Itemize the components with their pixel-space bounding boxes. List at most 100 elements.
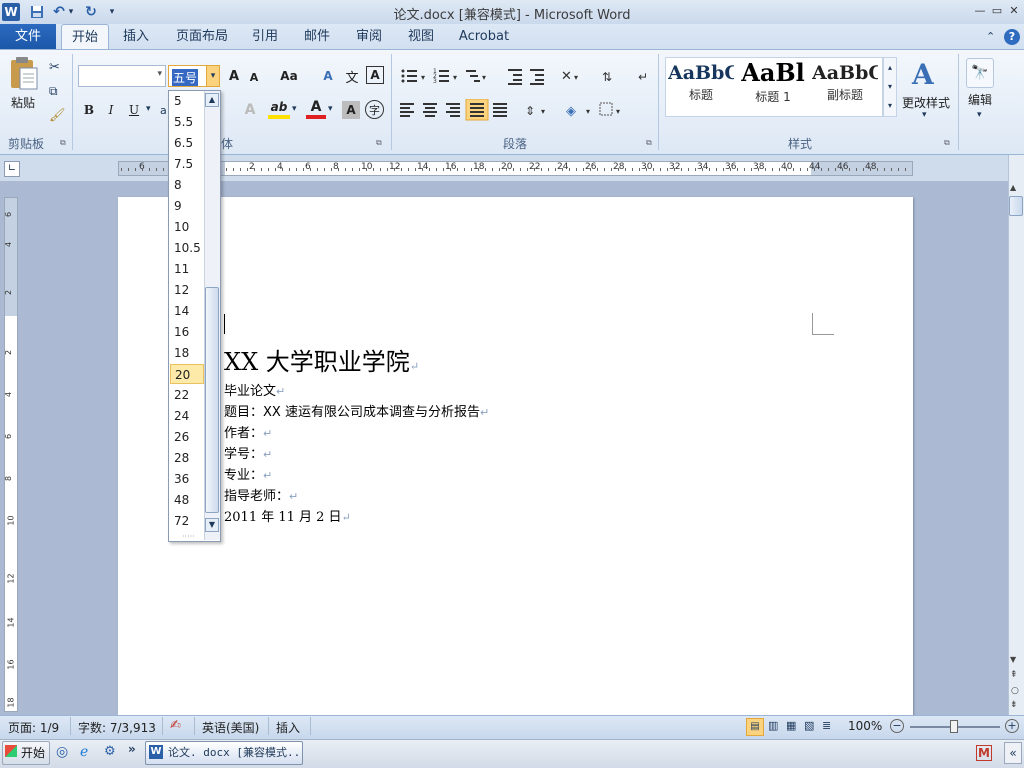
editing-dropdown-icon[interactable]: ▾	[977, 110, 982, 120]
font-size-option[interactable]: 8	[170, 175, 204, 195]
copy-icon[interactable]: ⧉	[49, 84, 58, 99]
styles-scroll-buttons[interactable]: ▴ ▾ ▾	[883, 57, 897, 117]
font-size-option[interactable]: 12	[170, 280, 204, 300]
tab-references[interactable]: 引用	[245, 24, 285, 50]
scroll-up-icon[interactable]: ▲	[1010, 183, 1016, 192]
document-line[interactable]: 专业：↵	[224, 464, 272, 483]
undo-dropdown-icon[interactable]: ▾	[66, 3, 76, 21]
tab-file[interactable]: 文件	[0, 24, 56, 50]
italic-button[interactable]: I	[102, 101, 120, 119]
char-shading-button[interactable]: A	[342, 101, 360, 119]
highlight-dropdown-icon[interactable]: ▾	[292, 104, 297, 114]
phonetic-guide-button[interactable]: 文	[342, 66, 362, 86]
status-word-count[interactable]: 字数: 7/3,913	[78, 719, 156, 736]
document-line[interactable]: 题目：XX 速运有限公司成本调查与分析报告↵	[224, 401, 489, 420]
document-heading[interactable]: XX 大学职业学院↵	[224, 342, 419, 377]
char-border-button[interactable]: A	[366, 66, 384, 84]
dropdown-resize-grip[interactable]: ·····	[182, 532, 195, 541]
document-line[interactable]: 指导老师：↵	[224, 485, 298, 504]
browse-object-icon[interactable]: ○	[1011, 686, 1019, 696]
clear-format-button[interactable]: A	[318, 66, 338, 86]
customize-qat-icon[interactable]: ▾	[106, 3, 118, 21]
paragraph-launcher-icon[interactable]: ⧉	[646, 138, 652, 148]
strikethrough-icon[interactable]: a	[160, 104, 167, 117]
tray-expand-icon[interactable]: «	[1004, 742, 1022, 764]
horizontal-ruler[interactable]: 6424681012141618202224262830323436384044…	[118, 161, 913, 176]
close-button[interactable]: ✕	[1006, 3, 1022, 19]
font-size-option[interactable]: 20	[170, 364, 204, 384]
change-styles-dropdown-icon[interactable]: ▾	[922, 110, 927, 120]
zoom-out-icon[interactable]: −	[890, 719, 904, 733]
status-language[interactable]: 英语(美国)	[202, 719, 259, 736]
web-layout-view-icon[interactable]: ▦	[786, 719, 796, 732]
text-effects-button[interactable]: A	[240, 101, 260, 119]
highlight-button[interactable]: ab	[268, 99, 290, 119]
document-line[interactable]: 毕业论文↵	[224, 380, 285, 399]
save-icon[interactable]	[28, 3, 46, 21]
tab-view[interactable]: 视图	[401, 24, 441, 50]
font-size-option[interactable]: 24	[170, 406, 204, 426]
bold-button[interactable]: B	[80, 101, 98, 119]
tab-acrobat[interactable]: Acrobat	[454, 24, 514, 50]
restore-button[interactable]: ▭	[989, 3, 1005, 19]
dropdown-scroll-thumb[interactable]	[205, 287, 219, 513]
quicklaunch-icon[interactable]: ◎	[56, 744, 68, 760]
tab-home[interactable]: 开始	[61, 24, 109, 50]
cut-icon[interactable]: ✂	[49, 60, 60, 75]
enclose-chars-button[interactable]: 字	[365, 100, 384, 119]
quicklaunch-overflow-icon[interactable]: »	[128, 742, 136, 756]
font-color-dropdown-icon[interactable]: ▾	[328, 104, 333, 114]
style-title[interactable]: AaBbC 标题	[668, 62, 734, 112]
font-size-option[interactable]: 6.5	[170, 133, 204, 153]
tab-review[interactable]: 审阅	[349, 24, 389, 50]
change-styles-label[interactable]: 更改样式	[902, 94, 950, 111]
outline-view-icon[interactable]: ▧	[804, 719, 814, 732]
font-size-option[interactable]: 7.5	[170, 154, 204, 174]
style-subtitle[interactable]: AaBbC 副标题	[812, 62, 878, 112]
font-size-option[interactable]: 10	[170, 217, 204, 237]
font-size-option[interactable]: 22	[170, 385, 204, 405]
styles-launcher-icon[interactable]: ⧉	[944, 138, 950, 148]
zoom-in-icon[interactable]: +	[1005, 719, 1019, 733]
collapse-ribbon-icon[interactable]: ⌃	[986, 30, 995, 43]
font-size-option[interactable]: 72	[170, 511, 204, 531]
font-size-option[interactable]: 36	[170, 469, 204, 489]
status-page[interactable]: 页面: 1/9	[8, 719, 59, 736]
font-size-option[interactable]: 11	[170, 259, 204, 279]
dropdown-scroll-up-icon[interactable]: ▲	[205, 93, 219, 107]
zoom-level[interactable]: 100%	[848, 719, 882, 733]
tray-app-icon[interactable]: M	[976, 745, 992, 761]
document-line[interactable]: 作者：↵	[224, 422, 272, 441]
vertical-scrollbar[interactable]	[1008, 155, 1024, 715]
underline-dropdown-icon[interactable]: ▾	[146, 104, 151, 114]
reading-view-icon[interactable]: ▥	[768, 719, 778, 732]
font-size-option[interactable]: 48	[170, 490, 204, 510]
ie-icon[interactable]: ℯ	[80, 744, 88, 760]
word-app-icon[interactable]: W	[2, 3, 20, 21]
document-page[interactable]	[118, 197, 913, 727]
font-name-box[interactable]: ▾	[78, 65, 166, 87]
paste-label[interactable]: 粘贴	[11, 94, 35, 111]
editing-label[interactable]: 编辑	[968, 91, 992, 108]
format-painter-icon[interactable]: 🖌	[49, 108, 66, 123]
change-case-button[interactable]: Aa	[277, 67, 301, 85]
print-layout-view-icon[interactable]: ▤	[746, 718, 764, 736]
font-size-dropdown-button[interactable]: ▾	[206, 65, 220, 87]
dropdown-scroll-down-icon[interactable]: ▼	[205, 518, 219, 532]
font-launcher-icon[interactable]: ⧉	[376, 138, 382, 148]
shrink-font-button[interactable]: A	[246, 69, 262, 85]
quicklaunch-icon-2[interactable]: ⚙	[104, 744, 116, 759]
redo-icon[interactable]: ↻	[82, 3, 100, 21]
font-size-option[interactable]: 26	[170, 427, 204, 447]
document-line[interactable]: 2011 年 11 月 2 日↵	[224, 506, 351, 525]
vertical-ruler[interactable]: 6 4 2 2 4 6 8 10 12 14 16 18	[4, 197, 18, 712]
underline-button[interactable]: U	[125, 101, 143, 119]
draft-view-icon[interactable]: ≣	[822, 719, 831, 732]
tab-selector-icon[interactable]: ∟	[4, 161, 20, 177]
tab-insert[interactable]: 插入	[116, 24, 156, 50]
zoom-slider-thumb[interactable]	[950, 720, 958, 733]
font-size-option[interactable]: 18	[170, 343, 204, 363]
font-size-option[interactable]: 9	[170, 196, 204, 216]
proofing-icon[interactable]: ✍	[170, 718, 181, 733]
font-size-option[interactable]: 14	[170, 301, 204, 321]
